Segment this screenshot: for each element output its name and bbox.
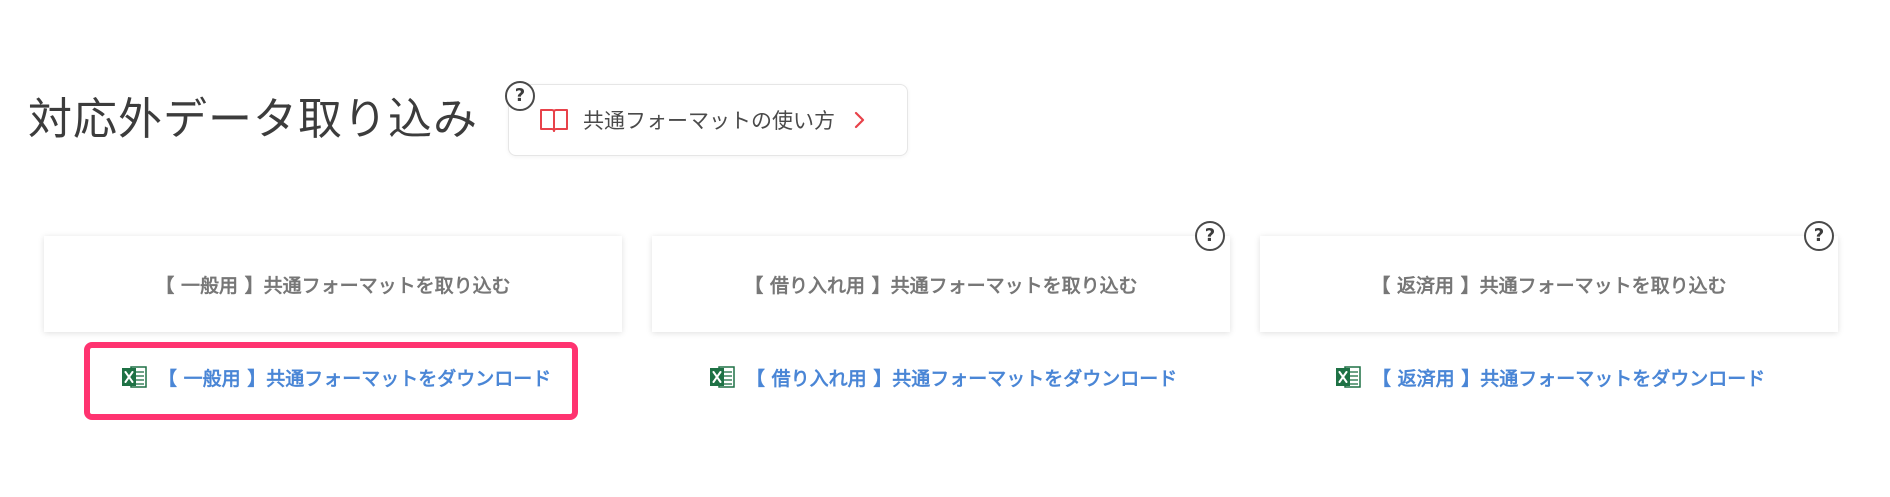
help-icon-borrowing[interactable]: ? <box>1195 221 1225 251</box>
download-repayment-label: 【 返済用 】共通フォーマットをダウンロード <box>1372 367 1766 390</box>
download-general-label: 【 一般用 】共通フォーマットをダウンロード <box>158 367 552 390</box>
help-icon-repayment[interactable]: ? <box>1804 221 1834 251</box>
page: 対応外データ取り込み ? 共通フォーマットの使い方 【 一般用 】共通フォーマッ… <box>0 0 1890 497</box>
excel-icon <box>122 365 148 389</box>
chevron-right-icon <box>853 110 867 130</box>
format-guide-button[interactable]: ? 共通フォーマットの使い方 <box>505 81 908 156</box>
format-guide-label: 共通フォーマットの使い方 <box>583 109 835 133</box>
help-icon[interactable]: ? <box>505 81 535 111</box>
book-icon <box>539 107 569 133</box>
download-borrowing-link[interactable]: 【 借り入れ用 】共通フォーマットをダウンロード <box>710 362 1177 392</box>
import-repayment-label: 【 返済用 】共通フォーマットを取り込む <box>1371 274 1727 297</box>
download-borrowing-label: 【 借り入れ用 】共通フォーマットをダウンロード <box>746 367 1178 390</box>
import-borrowing-card[interactable]: 【 借り入れ用 】共通フォーマットを取り込む <box>652 236 1230 332</box>
excel-icon <box>710 365 736 389</box>
page-title: 対応外データ取り込み <box>28 94 478 145</box>
import-general-label: 【 一般用 】共通フォーマットを取り込む <box>155 274 511 297</box>
import-general-card[interactable]: 【 一般用 】共通フォーマットを取り込む <box>44 236 622 332</box>
excel-icon <box>1336 365 1362 389</box>
import-borrowing-label: 【 借り入れ用 】共通フォーマットを取り込む <box>744 274 1138 297</box>
download-general-link[interactable]: 【 一般用 】共通フォーマットをダウンロード <box>122 362 551 392</box>
download-repayment-link[interactable]: 【 返済用 】共通フォーマットをダウンロード <box>1336 362 1765 392</box>
import-repayment-card[interactable]: 【 返済用 】共通フォーマットを取り込む <box>1260 236 1838 332</box>
